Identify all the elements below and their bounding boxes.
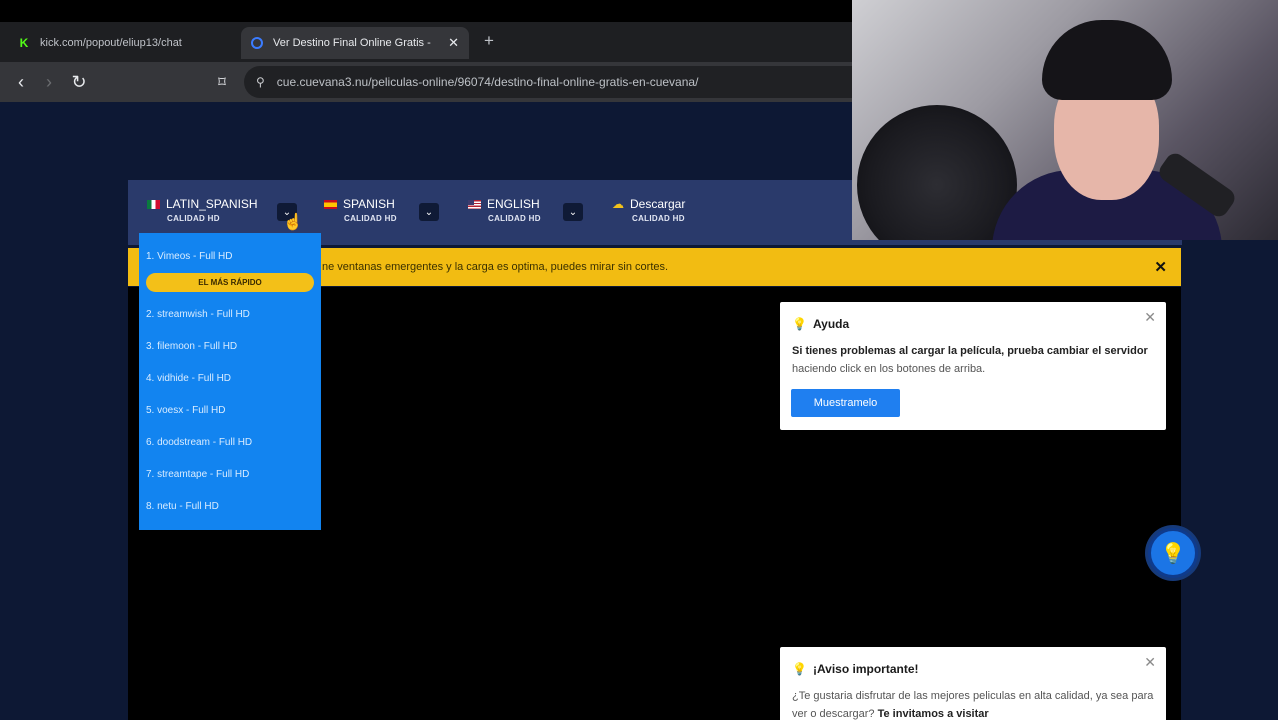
kick-icon: K: [19, 36, 29, 50]
notice-body-bold: Te invitamos a visitar: [877, 708, 989, 720]
tab-title: Ver Destino Final Online Gratis -: [273, 37, 431, 49]
chevron-down-icon: ⌄: [568, 206, 578, 218]
hand-cursor-icon: ☝: [283, 214, 303, 231]
server-latin-spanish[interactable]: LATIN_SPANISH CALIDAD HD: [147, 197, 258, 223]
server-quality: CALIDAD HD: [167, 214, 220, 223]
spain-flag-icon: [324, 199, 337, 209]
tab-cuevana[interactable]: Ver Destino Final Online Gratis - ✕: [241, 27, 469, 59]
browser-toolbar: ‹ › ↻ ⌑ ⚲ cue.cuevana3.nu/peliculas-onli…: [0, 62, 855, 102]
tab-title: kick.com/popout/eliup13/chat: [40, 37, 182, 49]
server-quality: CALIDAD HD: [488, 214, 541, 223]
notice-title-text: ¡Aviso importante!: [812, 662, 919, 676]
server-label: LATIN_SPANISH: [166, 197, 258, 211]
server-option[interactable]: 2. streamwish - Full HD: [146, 309, 250, 320]
new-tab-plus-icon[interactable]: +: [484, 31, 494, 51]
help-body-rest: haciendo click en los botones de arriba.: [792, 363, 986, 375]
help-card: 💡 Ayuda ✕ Si tienes problemas al cargar …: [780, 302, 1166, 430]
server-label: ENGLISH: [487, 197, 540, 211]
reload-icon[interactable]: ↻: [67, 70, 91, 94]
english-dropdown-button[interactable]: ⌄: [563, 203, 583, 221]
lightbulb-icon: 💡: [1160, 542, 1186, 565]
close-icon[interactable]: ✕: [1144, 654, 1156, 671]
notice-card-title: 💡 ¡Aviso importante!: [792, 662, 919, 676]
help-body-bold: Si tienes problemas al cargar la películ…: [792, 345, 1148, 357]
chevron-down-icon: ⌄: [424, 206, 434, 218]
spanish-dropdown-button[interactable]: ⌄: [419, 203, 439, 221]
server-label: Descargar: [630, 197, 686, 211]
mexico-flag-icon: [147, 199, 160, 209]
server-dropdown-menu: 1. Vimeos - Full HD EL MÁS RÁPIDO 2. str…: [139, 233, 321, 530]
server-bar-extension: [852, 240, 1182, 245]
server-option[interactable]: 4. vidhide - Full HD: [146, 373, 231, 384]
help-title-text: Ayuda: [812, 317, 850, 331]
server-option[interactable]: 6. doodstream - Full HD: [146, 437, 252, 448]
server-option[interactable]: 8. netu - Full HD: [146, 501, 219, 512]
server-option[interactable]: 3. filemoon - Full HD: [146, 341, 237, 352]
help-card-body: Si tienes problemas al cargar la películ…: [792, 342, 1154, 378]
tabbar-top-strip: [0, 0, 855, 22]
tab-kick-chat[interactable]: K kick.com/popout/eliup13/chat: [8, 27, 233, 59]
help-card-title: 💡 Ayuda: [792, 317, 849, 331]
usa-flag-icon: [468, 199, 481, 209]
server-option[interactable]: 5. voesx - Full HD: [146, 405, 225, 416]
back-arrow-icon[interactable]: ‹: [9, 70, 33, 94]
cloud-download-icon: ☁: [612, 197, 624, 211]
fastest-badge: EL MÁS RÁPIDO: [146, 273, 314, 292]
address-bar[interactable]: ⚲ cue.cuevana3.nu/peliculas-online/96074…: [244, 66, 855, 98]
server-label: SPANISH: [343, 197, 395, 211]
forward-arrow-icon[interactable]: ›: [37, 70, 61, 94]
close-icon[interactable]: ✕: [1154, 258, 1167, 276]
notice-card-body: ¿Te gustaria disfrutar de las mejores pe…: [792, 687, 1154, 720]
server-english[interactable]: ENGLISH CALIDAD HD: [468, 197, 541, 223]
server-spanish[interactable]: SPANISH CALIDAD HD: [324, 197, 397, 223]
server-quality: CALIDAD HD: [344, 214, 397, 223]
cuevana-icon: [251, 37, 263, 49]
streamer-figure: [962, 20, 1222, 240]
help-fab-button[interactable]: 💡: [1148, 528, 1198, 578]
show-me-button[interactable]: Muestramelo: [791, 389, 900, 417]
close-icon[interactable]: ✕: [1144, 309, 1156, 326]
site-info-icon[interactable]: ⚲: [256, 75, 265, 89]
webcam-overlay: [852, 0, 1278, 240]
close-icon[interactable]: ✕: [448, 35, 459, 51]
bookmark-icon[interactable]: ⌑: [211, 71, 233, 93]
lightbulb-icon: 💡: [792, 317, 807, 331]
server-option[interactable]: 7. streamtape - Full HD: [146, 469, 249, 480]
notice-card: 💡 ¡Aviso importante! ✕ ¿Te gustaria disf…: [780, 647, 1166, 720]
url-text: cue.cuevana3.nu/peliculas-online/96074/d…: [276, 75, 699, 89]
banner-text: ne ventanas emergentes y la carga es opt…: [322, 261, 669, 273]
server-quality: CALIDAD HD: [632, 214, 685, 223]
lightbulb-icon: 💡: [792, 662, 807, 676]
server-descargar[interactable]: ☁ Descargar CALIDAD HD: [612, 197, 685, 223]
server-option[interactable]: 1. Vimeos - Full HD: [146, 251, 233, 262]
streamer-hair: [1042, 20, 1172, 100]
